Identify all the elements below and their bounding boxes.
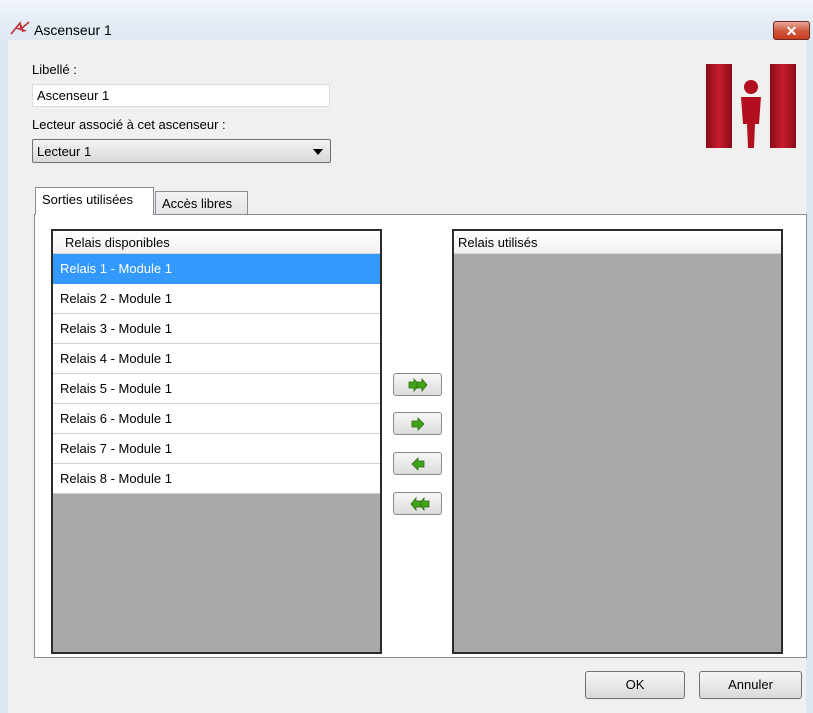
list-item[interactable]: Relais 2 - Module 1 [53, 284, 380, 314]
reader-select-value: Lecteur 1 [37, 144, 92, 159]
list-item[interactable]: Relais 4 - Module 1 [53, 344, 380, 374]
tab-sorties-utilisees[interactable]: Sorties utilisées [35, 187, 154, 215]
move-all-right-icon [408, 378, 428, 392]
move-right-icon [411, 417, 425, 431]
app-logo-icon [10, 21, 30, 35]
list-item[interactable]: Relais 6 - Module 1 [53, 404, 380, 434]
window-title: Ascenseur 1 [34, 22, 112, 38]
available-list-header[interactable]: Relais disponibles [53, 231, 380, 254]
elevator-logo-icon [706, 64, 796, 148]
window-frame-right [806, 40, 813, 713]
move-left-button[interactable] [393, 452, 442, 475]
move-right-button[interactable] [393, 412, 442, 435]
close-button[interactable]: ✕ [773, 21, 810, 40]
list-item[interactable]: Relais 5 - Module 1 [53, 374, 380, 404]
move-all-right-button[interactable] [393, 373, 442, 396]
cancel-button[interactable]: Annuler [699, 671, 802, 699]
move-all-left-icon [410, 497, 430, 511]
reader-label: Lecteur associé à cet ascenseur : [32, 117, 226, 132]
window-frame-left [0, 40, 8, 713]
chevron-down-icon [313, 149, 323, 155]
reader-select[interactable]: Lecteur 1 [32, 139, 331, 163]
tab-acces-libres[interactable]: Accès libres [155, 191, 248, 215]
title-bar [0, 0, 813, 40]
ok-button[interactable]: OK [585, 671, 685, 699]
name-label: Libellé : [32, 62, 77, 77]
list-item[interactable]: Relais 3 - Module 1 [53, 314, 380, 344]
list-item[interactable]: Relais 8 - Module 1 [53, 464, 380, 494]
close-icon: ✕ [785, 23, 798, 39]
used-relays-list[interactable]: Relais utilisés [452, 229, 783, 654]
used-list-header[interactable]: Relais utilisés [454, 231, 781, 254]
move-all-left-button[interactable] [393, 492, 442, 515]
list-item[interactable]: Relais 7 - Module 1 [53, 434, 380, 464]
available-relays-list[interactable]: Relais disponibles Relais 1 - Module 1 Re… [51, 229, 382, 654]
move-left-icon [411, 457, 425, 471]
name-input[interactable]: Ascenseur 1 [32, 84, 330, 107]
list-item[interactable]: Relais 1 - Module 1 [53, 254, 380, 284]
